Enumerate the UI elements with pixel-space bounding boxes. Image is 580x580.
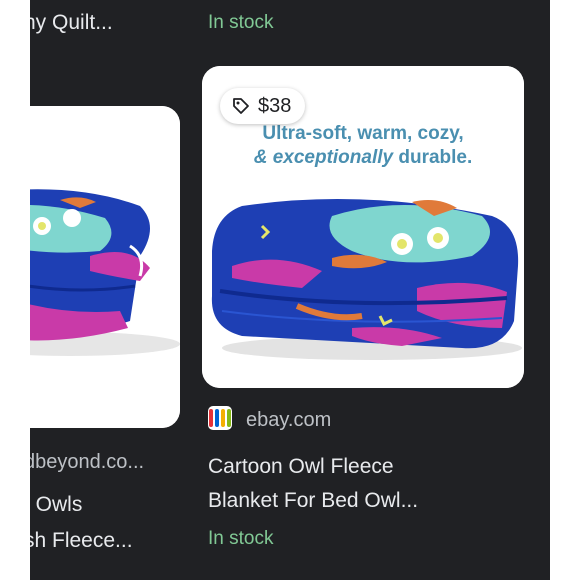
result-title-left-line2[interactable]: sh Fleece... — [30, 528, 133, 554]
image-banner-line1: Ultra-soft, warm, cozy, — [262, 123, 464, 144]
product-image-left[interactable] — [30, 106, 180, 428]
result-title-top-left[interactable]: hy Quilt... — [30, 10, 113, 36]
ebay-favicon-icon — [208, 406, 232, 430]
image-banner-emphasis: & exceptionally — [253, 147, 394, 168]
result-source-right[interactable]: ebay.com — [246, 408, 331, 432]
product-image-right[interactable]: Ultra-soft, warm, cozy, & exceptionally … — [202, 66, 524, 388]
stock-status-right: In stock — [208, 528, 274, 549]
image-banner-line2: & exceptionally durable. — [202, 146, 524, 170]
shopping-results-panel: hy Quilt... In stock dbeyond.co... t Owl… — [30, 0, 550, 580]
result-source-left[interactable]: dbeyond.co... — [30, 450, 144, 474]
tag-icon — [232, 97, 250, 115]
price-badge: $38 — [220, 88, 306, 124]
price-label: $38 — [258, 94, 292, 117]
result-title-left-line1[interactable]: t Owls — [30, 492, 82, 518]
result-title-right-line1[interactable]: Cartoon Owl Fleece — [208, 454, 394, 480]
stock-status-top-right: In stock — [208, 12, 274, 33]
result-title-right-line2[interactable]: Blanket For Bed Owl... — [208, 488, 418, 514]
folded-blanket-image-left — [30, 106, 180, 428]
image-banner-tail: durable. — [393, 147, 473, 168]
